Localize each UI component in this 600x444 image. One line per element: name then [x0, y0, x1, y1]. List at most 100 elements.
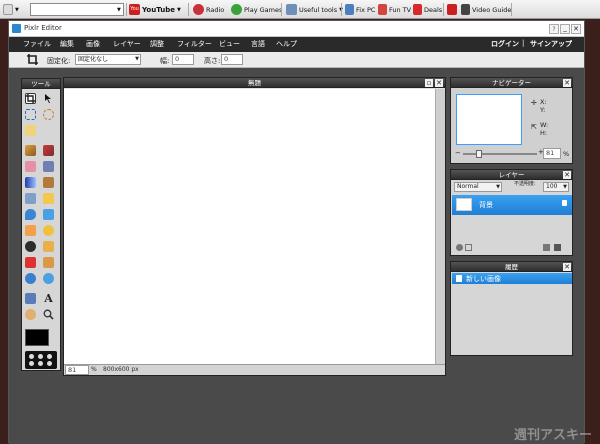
gradient-tool-icon[interactable] — [25, 177, 36, 188]
video-guide-button[interactable]: Video Guide — [461, 2, 511, 17]
type-tool-icon[interactable]: A — [43, 293, 54, 304]
zoom-slider-thumb[interactable] — [476, 150, 482, 158]
navigator-zoom-input[interactable]: 81 — [543, 148, 561, 159]
paint-bucket-icon[interactable] — [43, 161, 54, 172]
layer-row[interactable]: 背景 — [452, 195, 572, 215]
window-menu-button[interactable]: ? — [549, 24, 559, 34]
pixlr-logo-icon — [12, 24, 21, 33]
color-replace-icon[interactable] — [25, 193, 36, 204]
zoom-slider[interactable] — [463, 150, 537, 158]
zoom-out-icon[interactable]: − — [455, 149, 461, 157]
menu-layer[interactable]: レイヤー — [113, 39, 141, 49]
pinch-tool-icon[interactable] — [43, 273, 54, 284]
fun-tv-button[interactable]: Fun TV — [378, 2, 411, 17]
menu-image[interactable]: 画像 — [86, 39, 100, 49]
lasso-tool-icon[interactable] — [43, 109, 54, 120]
toolbar-search-input[interactable] — [30, 3, 124, 16]
opacity-label: 不透明度: — [514, 181, 536, 187]
menu-filter[interactable]: フィルター — [177, 39, 212, 49]
fix-pc-button[interactable]: Fix PC — [345, 2, 375, 17]
new-layer-icon[interactable] — [543, 244, 550, 251]
menu-language[interactable]: 言語 — [251, 39, 265, 49]
menu-file[interactable]: ファイル — [23, 39, 51, 49]
navigator-zoom-unit: % — [563, 150, 570, 158]
history-entry[interactable]: 新しい画像 — [452, 273, 572, 284]
history-close-button[interactable]: ✕ — [563, 263, 571, 271]
opacity-select[interactable]: 100 ▼ — [543, 182, 569, 192]
radio-button[interactable]: Radio — [193, 2, 224, 17]
width-input[interactable]: 0 — [172, 54, 194, 65]
useful-tools-button[interactable]: Useful tools ▼ — [286, 2, 343, 17]
document-dimensions: 800x600 px — [103, 366, 139, 373]
blend-mode-select[interactable]: Normal ▼ — [454, 182, 502, 192]
canvas[interactable] — [64, 89, 435, 364]
drawing-tool-icon[interactable] — [43, 193, 54, 204]
document-maximize-button[interactable]: ▫ — [425, 79, 433, 87]
dodge-tool-icon[interactable] — [43, 241, 54, 252]
bloat-tool-icon[interactable] — [25, 273, 36, 284]
menu-adjust[interactable]: 調整 — [150, 39, 164, 49]
height-label: 高さ: — [204, 57, 221, 65]
menu-separator: | — [522, 39, 525, 47]
marquee-tool-icon[interactable] — [25, 109, 36, 120]
chevron-down-icon: ▼ — [563, 184, 567, 190]
tools-panel: ツール A — [21, 78, 61, 371]
login-link[interactable]: ログイン — [491, 39, 519, 49]
zoom-tool-icon[interactable] — [43, 309, 54, 320]
hand-tool-icon[interactable] — [25, 309, 36, 320]
minimize-button[interactable]: _ — [560, 24, 570, 34]
navigator-close-button[interactable]: ✕ — [563, 79, 571, 87]
menu-help[interactable]: ヘルプ — [276, 39, 297, 49]
layer-settings-icon[interactable] — [456, 244, 463, 251]
height-input[interactable]: 0 — [221, 54, 243, 65]
zoom-input[interactable]: 81 — [65, 365, 89, 375]
signup-link[interactable]: サインアップ — [530, 39, 572, 49]
wand-tool-icon[interactable] — [25, 125, 36, 136]
youtube-mini-icon[interactable] — [447, 2, 457, 17]
browser-toolbar: ▼ ▼ You YouTube ▼ Radio Play Games Usefu… — [0, 0, 600, 19]
search-dropdown-icon[interactable]: ▼ — [117, 2, 121, 17]
primary-color-swatch[interactable] — [25, 329, 49, 346]
sharpen-tool-icon[interactable] — [43, 209, 54, 220]
burn-tool-icon[interactable] — [25, 241, 36, 252]
radio-label: Radio — [206, 5, 225, 14]
toolbar-dropdown-icon[interactable]: ▼ — [3, 2, 19, 17]
pencil-tool-icon[interactable] — [25, 145, 36, 156]
youtube-button[interactable]: You YouTube ▼ — [129, 2, 181, 17]
width-label: 幅: — [160, 57, 170, 65]
pixlr-window: Pixlr Editor ? _ ✕ ファイル 編集 画像 レイヤー 調整 フィ… — [8, 20, 592, 444]
move-tool-icon[interactable] — [43, 93, 54, 104]
layer-thumbnail — [456, 198, 472, 211]
red-eye-tool-icon[interactable] — [25, 257, 36, 268]
color-options-button[interactable] — [25, 351, 57, 369]
layer-mask-icon[interactable] — [465, 244, 472, 251]
spot-heal-icon[interactable] — [43, 257, 54, 268]
clone-stamp-icon[interactable] — [43, 177, 54, 188]
blur-tool-icon[interactable] — [25, 209, 36, 220]
menu-edit[interactable]: 編集 — [60, 39, 74, 49]
close-window-button[interactable]: ✕ — [571, 24, 581, 34]
layers-close-button[interactable]: ✕ — [563, 171, 571, 179]
position-icon: ✛ — [531, 99, 537, 107]
history-panel: 履歴 ✕ 新しい画像 — [450, 261, 573, 356]
smudge-tool-icon[interactable] — [25, 225, 36, 236]
navigator-preview[interactable] — [456, 94, 522, 145]
document-window: 無題 ▫ ✕ 81 % 800x600 px — [63, 77, 446, 376]
menu-view[interactable]: ビュー — [219, 39, 240, 49]
eraser-tool-icon[interactable] — [25, 161, 36, 172]
lock-icon — [562, 200, 567, 206]
y-label: Y: — [540, 106, 546, 114]
document-status-bar: 81 % 800x600 px — [64, 364, 445, 375]
document-close-button[interactable]: ✕ — [435, 79, 443, 87]
menu-bar: ファイル 編集 画像 レイヤー 調整 フィルター ビュー 言語 ヘルプ ログイン… — [9, 37, 584, 52]
delete-layer-icon[interactable] — [554, 244, 561, 251]
deals-button[interactable]: Deals — [413, 2, 442, 17]
fix-pc-label: Fix PC — [356, 5, 376, 14]
color-picker-icon[interactable] — [25, 293, 36, 304]
fixed-select[interactable]: 固定化なし ▼ — [75, 54, 141, 65]
vertical-scrollbar[interactable] — [435, 89, 445, 364]
sponge-tool-icon[interactable] — [43, 225, 54, 236]
play-games-button[interactable]: Play Games — [231, 2, 282, 17]
brush-tool-icon[interactable] — [43, 145, 54, 156]
crop-tool-icon[interactable] — [25, 93, 36, 104]
